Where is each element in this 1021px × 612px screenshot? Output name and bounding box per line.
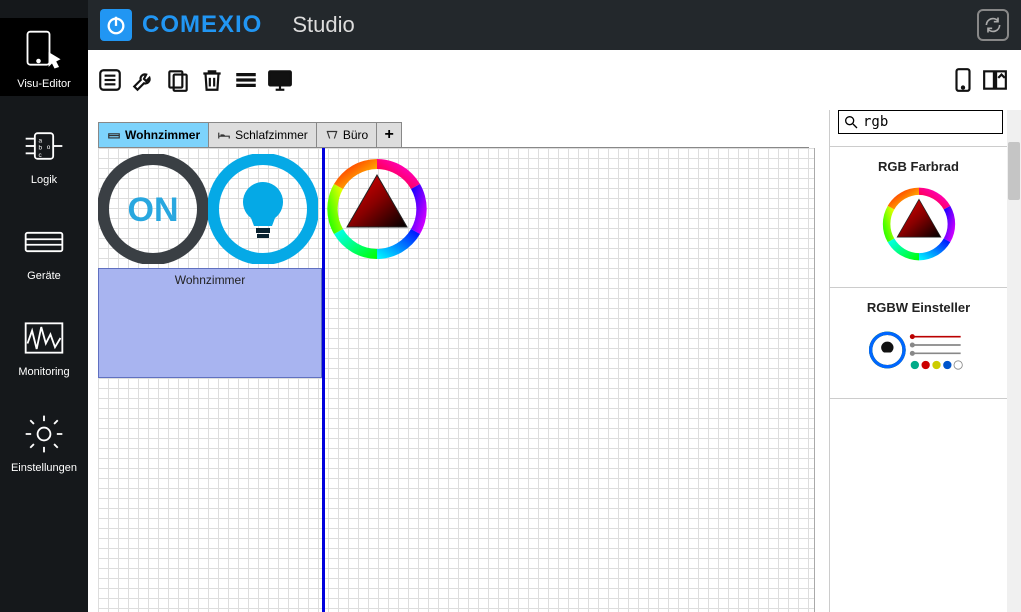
toolbar-trash-button[interactable] bbox=[198, 66, 226, 94]
tab-label: Büro bbox=[343, 128, 368, 142]
sidebar-item-logik[interactable]: abco Logik bbox=[0, 114, 88, 192]
room-tabs: Wohnzimmer Schlafzimmer Büro + bbox=[98, 122, 401, 148]
on-circle-icon: ON bbox=[98, 154, 208, 264]
brand-power-icon bbox=[100, 9, 132, 41]
sidebar-item-label: Einstellungen bbox=[11, 462, 77, 474]
widget-on-button[interactable]: ON bbox=[98, 154, 208, 264]
search-input[interactable] bbox=[863, 114, 983, 130]
tab-add-button[interactable]: + bbox=[376, 122, 402, 148]
sofa-icon bbox=[107, 128, 121, 142]
tablet-icon bbox=[950, 67, 976, 93]
toolbar-list-button[interactable] bbox=[96, 66, 124, 94]
toolbar-wrench-button[interactable] bbox=[130, 66, 158, 94]
svg-text:a: a bbox=[39, 137, 43, 144]
palette-item-rgb-farbrad[interactable]: RGB Farbrad bbox=[830, 146, 1007, 287]
brand-name: COMEXIO bbox=[142, 11, 262, 39]
tab-label: Wohnzimmer bbox=[125, 128, 200, 142]
svg-text:ON: ON bbox=[128, 191, 179, 229]
work-area: Wohnzimmer Schlafzimmer Büro + ON bbox=[88, 50, 1021, 612]
palette-panel: RGB Farbrad RGBW Einsteller bbox=[829, 110, 1021, 612]
sidebar-item-monitoring[interactable]: Monitoring bbox=[0, 306, 88, 384]
bed-icon bbox=[217, 128, 231, 142]
sidebar-item-label: Visu-Editor bbox=[17, 78, 71, 90]
trash-icon bbox=[199, 67, 225, 93]
widget-group-label: Wohnzimmer bbox=[99, 269, 321, 287]
editor-toolbar bbox=[96, 60, 1013, 100]
toolbar-device-tablet-button[interactable] bbox=[949, 66, 977, 94]
device-icon bbox=[22, 220, 66, 264]
tab-wohnzimmer[interactable]: Wohnzimmer bbox=[98, 122, 209, 148]
palette-item-title: RGB Farbrad bbox=[830, 159, 1007, 174]
wave-icon bbox=[22, 316, 66, 360]
sidebar-item-label: Monitoring bbox=[18, 366, 69, 378]
sidebar-item-label: Logik bbox=[31, 174, 57, 186]
toolbar-monitor-button[interactable] bbox=[266, 66, 294, 94]
rgbw-sliders-icon bbox=[869, 325, 969, 375]
sidebar-item-geraete[interactable]: Geräte bbox=[0, 210, 88, 288]
split-icon bbox=[982, 67, 1008, 93]
main-sidebar: Visu-Editor abco Logik Geräte Monitoring… bbox=[0, 0, 88, 612]
monitor-icon bbox=[267, 67, 293, 93]
desk-icon bbox=[325, 128, 339, 142]
lines-icon bbox=[233, 67, 259, 93]
widget-rgb-wheel[interactable] bbox=[322, 154, 432, 264]
tab-label: Schlafzimmer bbox=[235, 128, 308, 142]
toolbar-lines-button[interactable] bbox=[232, 66, 260, 94]
logic-icon: abco bbox=[22, 124, 66, 168]
rgb-wheel-icon bbox=[879, 184, 959, 264]
brand-subtitle: Studio bbox=[292, 12, 354, 38]
gear-icon bbox=[22, 412, 66, 456]
canvas-inner: ON bbox=[98, 148, 548, 612]
design-canvas[interactable]: ON bbox=[98, 148, 815, 612]
palette-scrollbar[interactable] bbox=[1007, 110, 1021, 612]
bulb-circle-icon bbox=[208, 154, 318, 264]
tab-schlafzimmer[interactable]: Schlafzimmer bbox=[208, 122, 317, 148]
app-header: COMEXIO Studio bbox=[0, 0, 1021, 50]
sidebar-item-label: Geräte bbox=[27, 270, 61, 282]
wrench-icon bbox=[131, 67, 157, 93]
widget-group-box[interactable]: Wohnzimmer bbox=[98, 268, 322, 378]
palette-item-title: RGBW Einsteller bbox=[830, 300, 1007, 315]
list-icon bbox=[97, 67, 123, 93]
search-icon bbox=[843, 114, 859, 130]
sidebar-item-visu-editor[interactable]: Visu-Editor bbox=[0, 18, 88, 96]
svg-text:o: o bbox=[47, 144, 51, 151]
svg-text:b: b bbox=[39, 145, 43, 152]
rgb-wheel-icon bbox=[322, 154, 432, 264]
tablet-touch-icon bbox=[22, 28, 66, 72]
palette-list: RGB Farbrad RGBW Einsteller bbox=[830, 146, 1007, 612]
scrollbar-thumb[interactable] bbox=[1008, 142, 1020, 200]
palette-item-rgbw-einsteller[interactable]: RGBW Einsteller bbox=[830, 287, 1007, 399]
widget-bulb[interactable] bbox=[208, 154, 318, 264]
sidebar-item-einstellungen[interactable]: Einstellungen bbox=[0, 402, 88, 480]
toolbar-split-button[interactable] bbox=[981, 66, 1009, 94]
plus-icon: + bbox=[385, 126, 394, 144]
refresh-icon bbox=[983, 15, 1003, 35]
search-box[interactable] bbox=[838, 110, 1003, 134]
tab-buero[interactable]: Büro bbox=[316, 122, 377, 148]
toolbar-copy-button[interactable] bbox=[164, 66, 192, 94]
refresh-button[interactable] bbox=[977, 9, 1009, 41]
copy-icon bbox=[165, 67, 191, 93]
